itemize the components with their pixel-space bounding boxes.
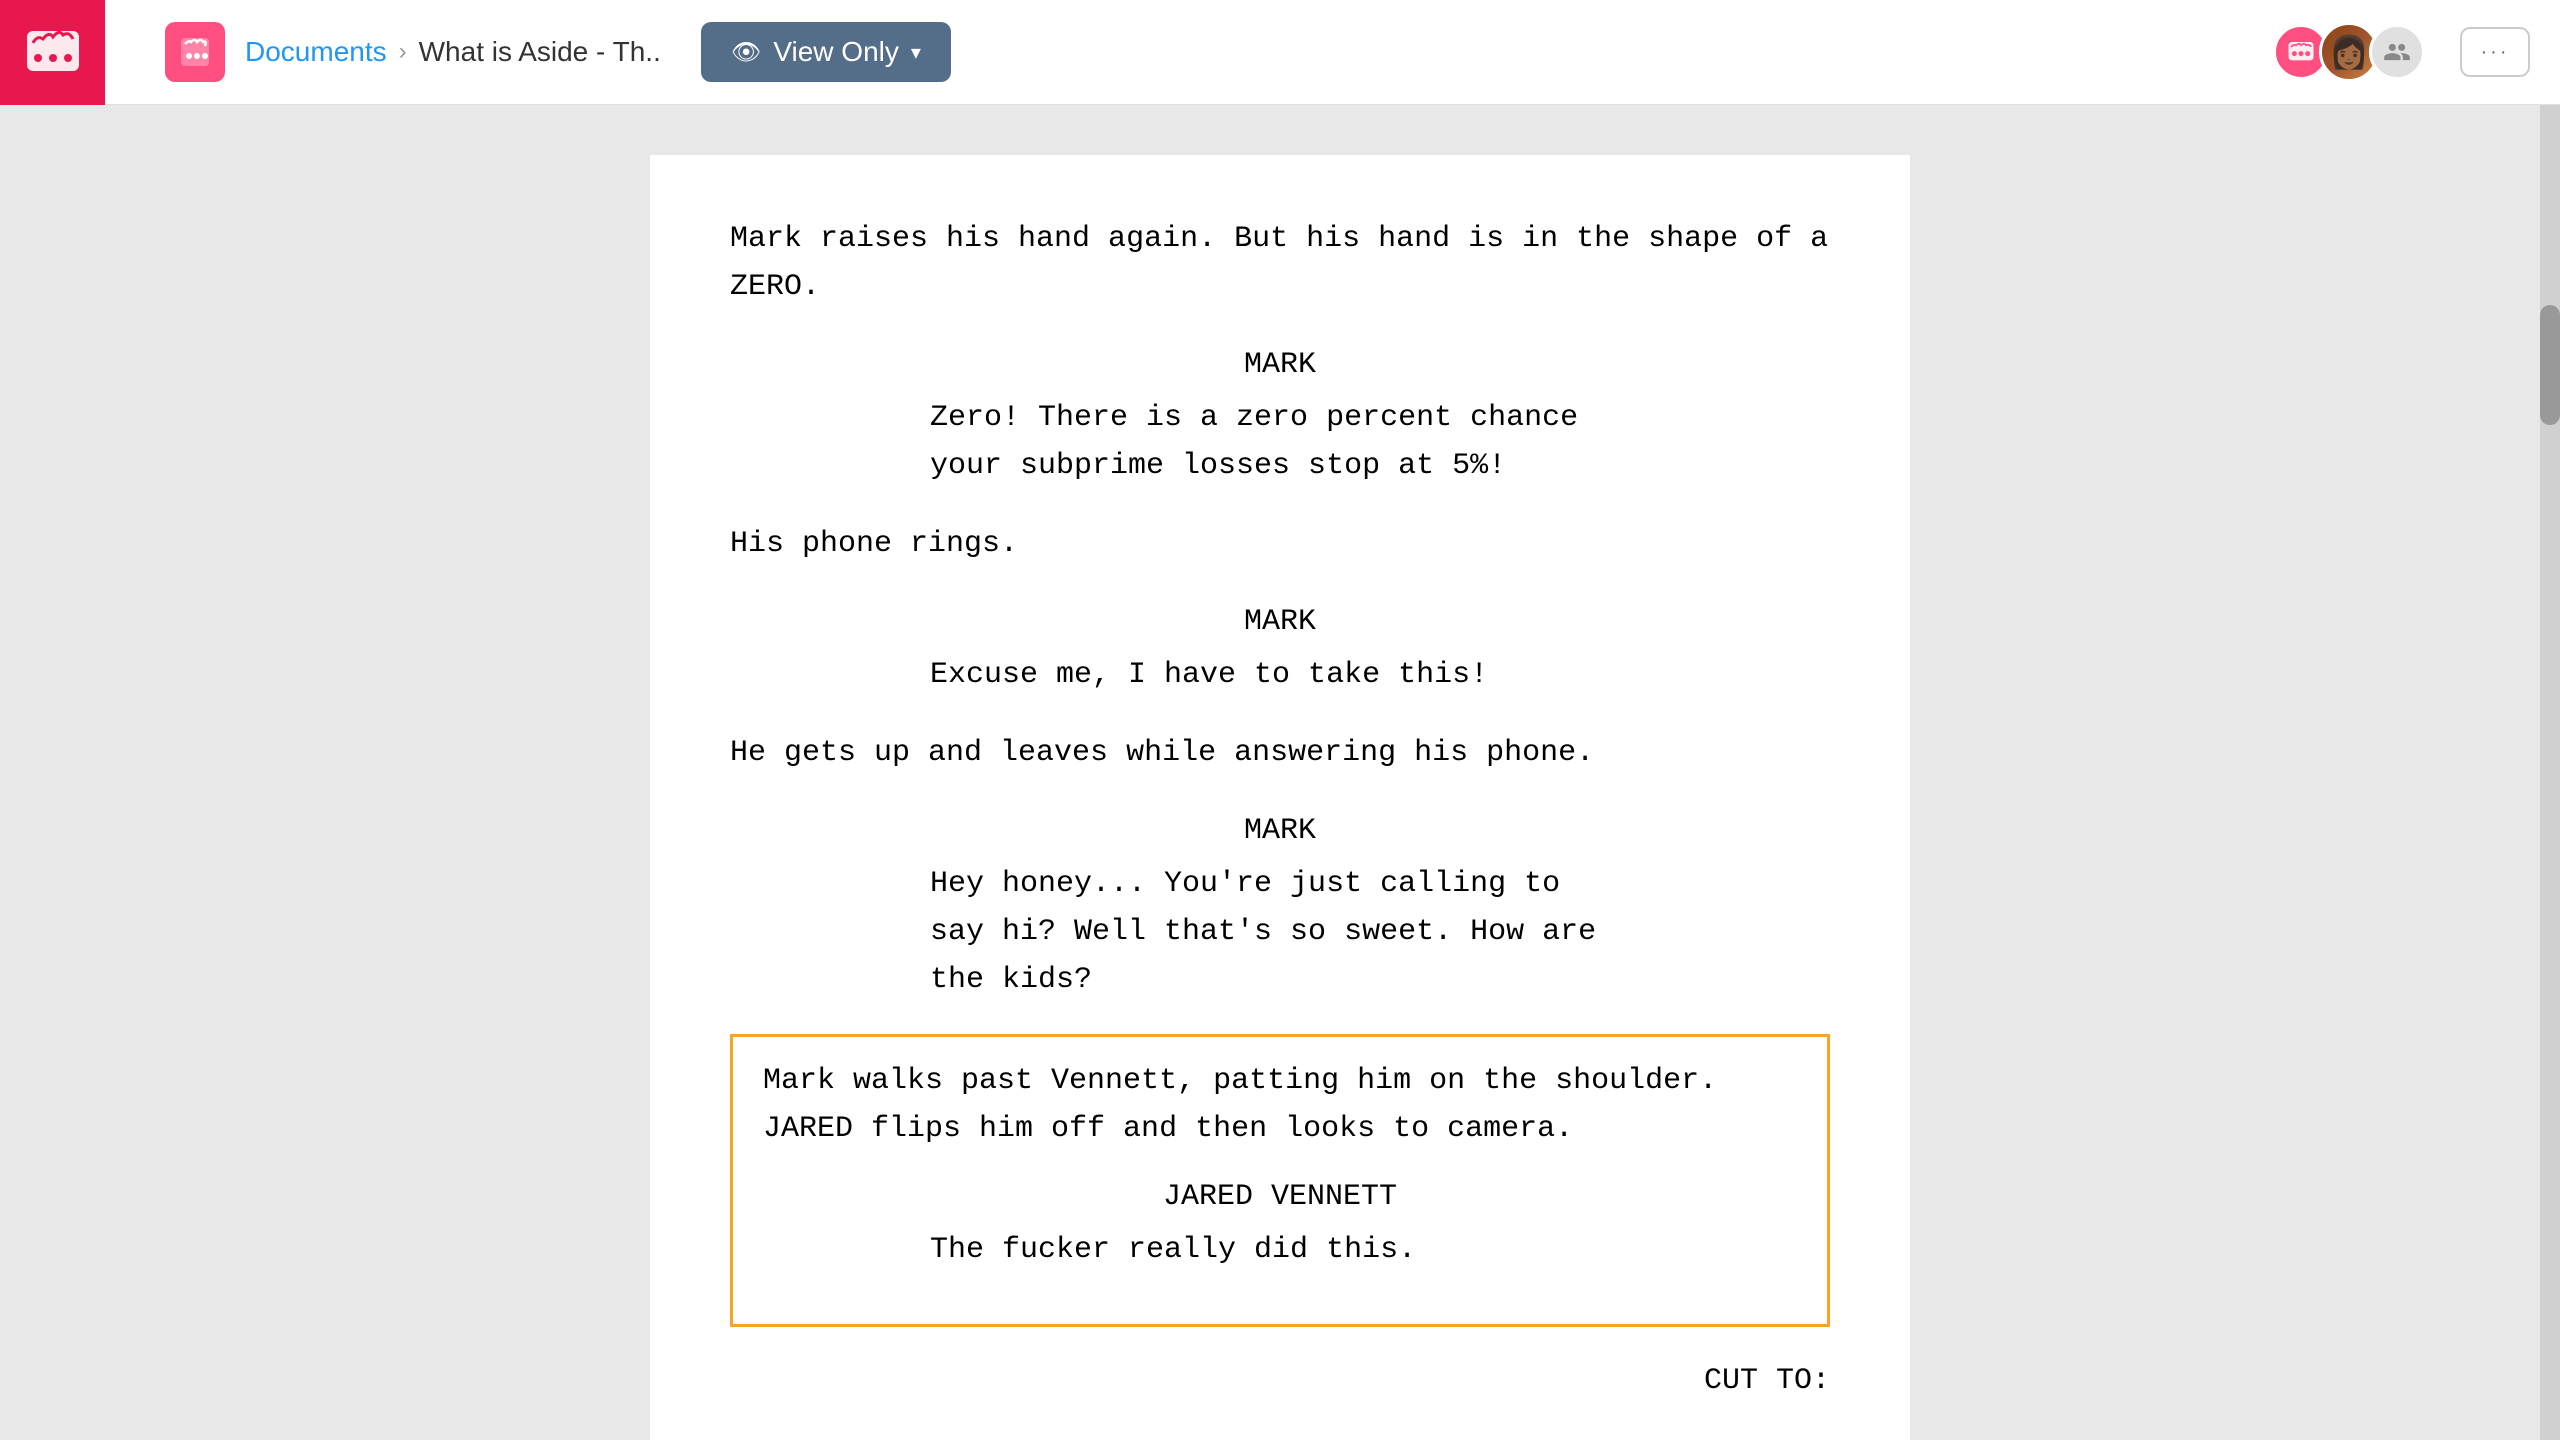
dialogue-2: Excuse me, I have to take this! bbox=[930, 651, 1630, 699]
chevron-down-icon: ▾ bbox=[911, 40, 921, 65]
app-logo bbox=[0, 0, 105, 105]
eye-icon: 👁 bbox=[731, 38, 761, 67]
more-options-button[interactable]: ··· bbox=[2460, 27, 2530, 77]
dialogue-3: Hey honey... You're just calling to say … bbox=[930, 860, 1630, 1004]
breadcrumb-current: What is Aside - Th.. bbox=[419, 36, 661, 68]
topbar-right: 👩🏾 ··· bbox=[2273, 22, 2530, 82]
document-page: Mark raises his hand again. But his hand… bbox=[650, 155, 1910, 1440]
scene-transition: CUT TO: bbox=[730, 1357, 1830, 1405]
character-name-1: MARK bbox=[730, 341, 1830, 389]
action-line-1: Mark raises his hand again. But his hand… bbox=[730, 215, 1830, 311]
dialogue-1: Zero! There is a zero percent chance you… bbox=[930, 394, 1630, 490]
action-line-2: His phone rings. bbox=[730, 520, 1830, 568]
topbar-content: Documents › What is Aside - Th.. 👁 View … bbox=[165, 22, 2530, 82]
view-only-button[interactable]: 👁 View Only ▾ bbox=[701, 22, 951, 82]
scrollbar-thumb[interactable] bbox=[2540, 305, 2560, 425]
character-name-3: MARK bbox=[730, 807, 1830, 855]
action-text-2: His phone rings. bbox=[730, 527, 1018, 561]
view-only-label: View Only bbox=[773, 36, 899, 68]
topbar: Documents › What is Aside - Th.. 👁 View … bbox=[0, 0, 2560, 105]
content-area: Mark raises his hand again. But his hand… bbox=[0, 105, 2560, 1440]
doc-icon bbox=[165, 22, 225, 82]
action-text-3: He gets up and leaves while answering hi… bbox=[730, 736, 1594, 770]
breadcrumb-documents-link[interactable]: Documents bbox=[245, 36, 387, 68]
avatar-group: 👩🏾 bbox=[2273, 22, 2425, 82]
highlighted-action: Mark walks past Vennett, patting him on … bbox=[763, 1057, 1797, 1153]
add-user-avatar[interactable] bbox=[2369, 24, 2425, 80]
breadcrumb-separator: › bbox=[399, 38, 407, 66]
dialogue-4: The fucker really did this. bbox=[930, 1226, 1630, 1274]
scrollbar-track[interactable] bbox=[2540, 105, 2560, 1440]
main-content: Mark raises his hand again. But his hand… bbox=[0, 105, 2560, 1440]
breadcrumb: Documents › What is Aside - Th.. bbox=[245, 36, 661, 68]
character-name-2: MARK bbox=[730, 598, 1830, 646]
highlighted-block: Mark walks past Vennett, patting him on … bbox=[730, 1034, 1830, 1327]
action-line-3: He gets up and leaves while answering hi… bbox=[730, 729, 1830, 777]
action-text-1: Mark raises his hand again. But his hand… bbox=[730, 222, 1828, 304]
character-name-4: JARED VENNETT bbox=[763, 1173, 1797, 1221]
